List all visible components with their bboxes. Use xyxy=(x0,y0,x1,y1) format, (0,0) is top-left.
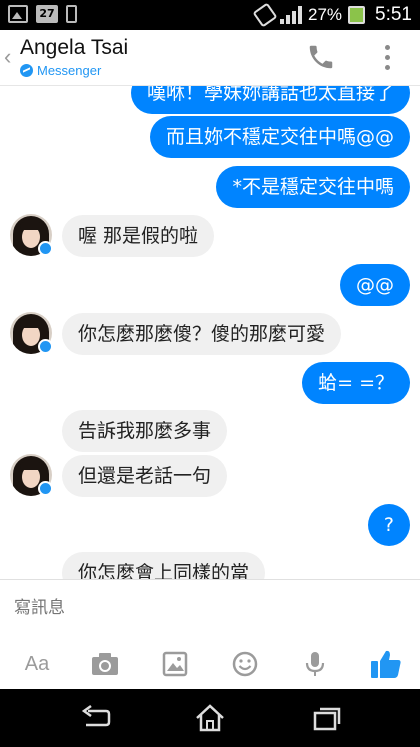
message-bubble-incoming[interactable]: 告訴我那麼多事 xyxy=(62,410,228,452)
signal-icon xyxy=(279,6,302,24)
battery-percent: 27% xyxy=(307,5,343,24)
microphone-icon xyxy=(305,652,325,676)
vibrate-icon xyxy=(252,2,278,28)
message-bubble-outgoing[interactable]: 嘆咻！學妹妳講話也太直接了 xyxy=(130,86,410,114)
status-bar: 27 27% 5:51 xyxy=(0,0,420,30)
phone-notification-icon xyxy=(66,5,77,23)
messenger-icon xyxy=(20,64,33,77)
call-button[interactable] xyxy=(306,42,336,72)
message-bubble-outgoing[interactable]: ? xyxy=(367,504,410,546)
message-input[interactable] xyxy=(14,598,394,618)
home-icon xyxy=(196,704,224,732)
smiley-icon xyxy=(232,651,258,677)
calendar-notification-icon: 27 xyxy=(36,5,58,23)
messenger-label: Messenger xyxy=(37,63,102,78)
message-bubble-outgoing[interactable]: 而且妳不穩定交往中嗎@@ xyxy=(149,116,410,158)
conversation-header: ‹ Angela Tsai Messenger xyxy=(0,30,420,86)
message-bubble-incoming[interactable]: 你怎麼那麼傻？傻的那麼可愛 xyxy=(62,313,342,355)
gallery-button[interactable] xyxy=(158,648,192,680)
phone-icon xyxy=(309,45,333,69)
message-bubble-incoming[interactable]: 但還是老話一句 xyxy=(62,455,228,497)
more-options-button[interactable] xyxy=(378,42,396,72)
gallery-notification-icon xyxy=(8,5,28,23)
back-button[interactable] xyxy=(78,703,112,733)
clock: 5:51 xyxy=(375,4,412,25)
like-button[interactable] xyxy=(366,648,406,680)
image-icon xyxy=(162,651,188,677)
app-badge: Messenger xyxy=(20,63,101,78)
recent-apps-icon xyxy=(313,707,341,731)
message-bubble-outgoing[interactable]: @@ xyxy=(340,264,410,306)
messenger-badge-icon xyxy=(38,481,53,496)
recent-apps-button[interactable] xyxy=(310,703,344,733)
composer-toolbar: Aa xyxy=(0,640,420,690)
home-button[interactable] xyxy=(193,703,227,733)
message-bubble-outgoing[interactable]: *不是穩定交往中嗎 xyxy=(216,166,410,208)
message-bubble-outgoing[interactable]: 蛤= =？ xyxy=(302,362,410,404)
back-arrow-icon xyxy=(81,704,111,727)
message-bubble-incoming[interactable]: 喔 那是假的啦 xyxy=(62,215,215,257)
camera-button[interactable] xyxy=(88,648,122,680)
contact-name[interactable]: Angela Tsai xyxy=(20,36,128,60)
emoji-button[interactable] xyxy=(228,648,262,680)
back-chevron-icon[interactable]: ‹ xyxy=(4,44,11,70)
battery-icon xyxy=(348,6,366,24)
voice-button[interactable] xyxy=(298,648,332,680)
message-thread[interactable]: 嘆咻！學妹妳講話也太直接了 而且妳不穩定交往中嗎@@ *不是穩定交往中嗎 喔 那… xyxy=(0,86,420,579)
text-format-button[interactable]: Aa xyxy=(20,648,54,680)
camera-icon xyxy=(92,653,118,675)
system-navigation-bar xyxy=(0,689,420,747)
composer: Aa xyxy=(0,579,420,689)
messenger-badge-icon xyxy=(38,339,53,354)
more-vertical-icon xyxy=(384,44,390,50)
messenger-badge-icon xyxy=(38,241,53,256)
message-bubble-incoming[interactable]: 你怎麼會上同樣的當 xyxy=(62,552,266,579)
thumbs-up-icon xyxy=(371,650,401,678)
